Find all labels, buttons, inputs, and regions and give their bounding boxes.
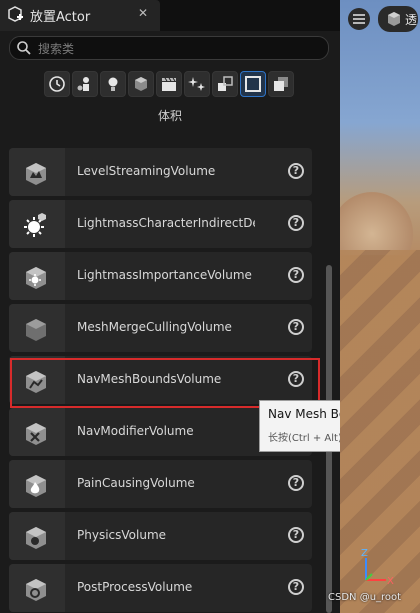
list-item[interactable]: LightmassImportanceVolume ?	[9, 252, 312, 300]
item-thumbnail	[9, 304, 65, 352]
perspective-cube-icon	[388, 12, 400, 26]
shapes-cube-icon	[135, 77, 147, 91]
item-label: PostProcessVolume	[77, 580, 193, 594]
cinematic-clapper-icon	[162, 77, 176, 91]
visual-effects-icon	[188, 77, 205, 91]
item-thumbnail	[9, 200, 65, 248]
list-item[interactable]: LightmassCharacterIndirectDetailVolume ?	[9, 200, 312, 248]
search-placeholder: 搜索类	[38, 42, 75, 56]
item-thumbnail	[9, 564, 65, 612]
help-icon[interactable]: ?	[288, 475, 304, 491]
category-cinematic-button[interactable]	[156, 71, 182, 97]
close-icon[interactable]: ✕	[138, 6, 148, 20]
level-viewport[interactable]: 透 Z X	[340, 0, 420, 613]
basic-actor-icon	[77, 77, 89, 91]
viewport-dunes	[340, 185, 420, 255]
lights-bulb-icon	[108, 77, 118, 91]
item-label: LevelStreamingVolume	[77, 164, 216, 178]
physics-volume-icon	[26, 527, 46, 549]
item-thumbnail	[9, 252, 65, 300]
list-item[interactable]: PostProcessVolume ?	[9, 564, 312, 612]
lightmass-character-volume-icon	[24, 213, 46, 237]
item-label: LightmassCharacterIndirectDetailVolume	[77, 216, 255, 230]
tab-place-actor[interactable]: 放置Actor ✕	[0, 0, 160, 31]
post-process-volume-icon	[26, 579, 46, 601]
item-label: MeshMergeCullingVolume	[77, 320, 232, 334]
hamburger-icon	[353, 14, 365, 24]
category-recent-button[interactable]	[44, 71, 70, 97]
mesh-merge-culling-volume-icon	[26, 319, 46, 341]
category-label: 体积	[157, 109, 182, 123]
all-classes-icon	[274, 77, 288, 91]
lightmass-importance-volume-icon	[26, 267, 46, 289]
perspective-button[interactable]: 透	[378, 6, 418, 32]
item-thumbnail	[9, 148, 65, 196]
watermark: CSDN @u_root	[328, 592, 402, 603]
list-item[interactable]: MeshMergeCullingVolume ?	[9, 304, 312, 352]
item-thumbnail	[9, 512, 65, 560]
recent-clock-icon	[49, 76, 65, 92]
search-icon	[17, 41, 31, 55]
help-icon[interactable]: ?	[288, 267, 304, 283]
axis-gizmo: Z X	[358, 548, 398, 588]
volumes-icon	[245, 76, 261, 92]
tab-title: 放置Actor	[30, 10, 91, 25]
place-actor-panel: 放置Actor ✕ 搜索类 体积 LevelStreamingVolume ? …	[0, 0, 340, 613]
help-icon[interactable]: ?	[288, 579, 304, 595]
category-volumes-button[interactable]	[240, 71, 266, 97]
item-label: PainCausingVolume	[77, 476, 195, 490]
list-item[interactable]: PhysicsVolume ?	[9, 512, 312, 560]
category-basic-button[interactable]	[72, 71, 98, 97]
item-label: LightmassImportanceVolume	[77, 268, 252, 282]
list-item[interactable]: PainCausingVolume ?	[9, 460, 312, 508]
tab-bar: 放置Actor ✕	[0, 0, 340, 31]
category-lights-button[interactable]	[100, 71, 126, 97]
list-item[interactable]: LevelStreamingVolume ?	[9, 148, 312, 196]
pain-causing-volume-icon	[26, 475, 46, 497]
category-geometry-button[interactable]	[212, 71, 238, 97]
category-effects-button[interactable]	[184, 71, 210, 97]
category-all-classes-button[interactable]	[268, 71, 294, 97]
level-streaming-volume-icon	[26, 163, 46, 185]
list-scrollbar[interactable]	[324, 132, 332, 613]
axis-x-label: X	[387, 576, 394, 587]
category-shapes-button[interactable]	[128, 71, 154, 97]
help-icon[interactable]: ?	[288, 215, 304, 231]
help-icon[interactable]: ?	[288, 163, 304, 179]
place-actor-icon	[8, 6, 23, 22]
geometry-icon	[218, 76, 233, 91]
perspective-label: 透	[405, 13, 418, 27]
item-label: NavModifierVolume	[77, 424, 194, 438]
item-thumbnail	[9, 460, 65, 508]
viewport-menu-button[interactable]	[348, 8, 370, 30]
item-thumbnail	[9, 408, 65, 456]
help-icon[interactable]: ?	[288, 527, 304, 543]
axis-z-label: Z	[361, 548, 368, 559]
nav-modifier-volume-icon	[26, 423, 46, 445]
help-icon[interactable]: ?	[288, 319, 304, 335]
item-label: PhysicsVolume	[77, 528, 167, 542]
search-input[interactable]: 搜索类	[9, 36, 329, 60]
